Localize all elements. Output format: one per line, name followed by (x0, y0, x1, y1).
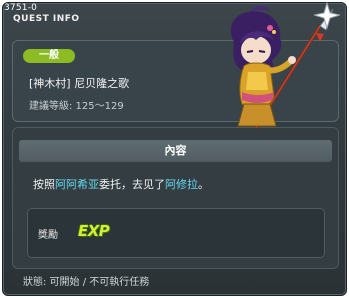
quest-id: 3751-0 (4, 3, 38, 13)
quest-name: [神木村] 尼贝隆之歌 (29, 77, 130, 90)
desc-suffix: 。 (198, 178, 209, 191)
window-title: QUEST INFO (13, 14, 80, 24)
quest-detail-panel: 內容 按照阿阿希亚委托，去见了阿修拉。 獎勵 EXP (12, 127, 339, 269)
npc-name-from: 阿阿希亚 (55, 178, 99, 191)
quest-status: 狀態: 可開始 / 不可執行任務 (23, 277, 150, 288)
content-header: 內容 (19, 140, 332, 162)
desc-prefix: 按照 (33, 178, 55, 191)
reward-label: 獎勵 (38, 230, 58, 241)
exp-icon: EXP (78, 222, 110, 240)
recommended-level: 建議等級: 125～129 (29, 101, 124, 112)
desc-mid: 委托，去见了 (99, 178, 165, 191)
reward-box: 獎勵 EXP (27, 208, 325, 258)
npc-name-to: 阿修拉 (165, 178, 198, 191)
category-badge: 一般 (23, 49, 75, 63)
npc-character-icon (230, 1, 341, 129)
quest-description: 按照阿阿希亚委托，去见了阿修拉。 (33, 176, 209, 192)
